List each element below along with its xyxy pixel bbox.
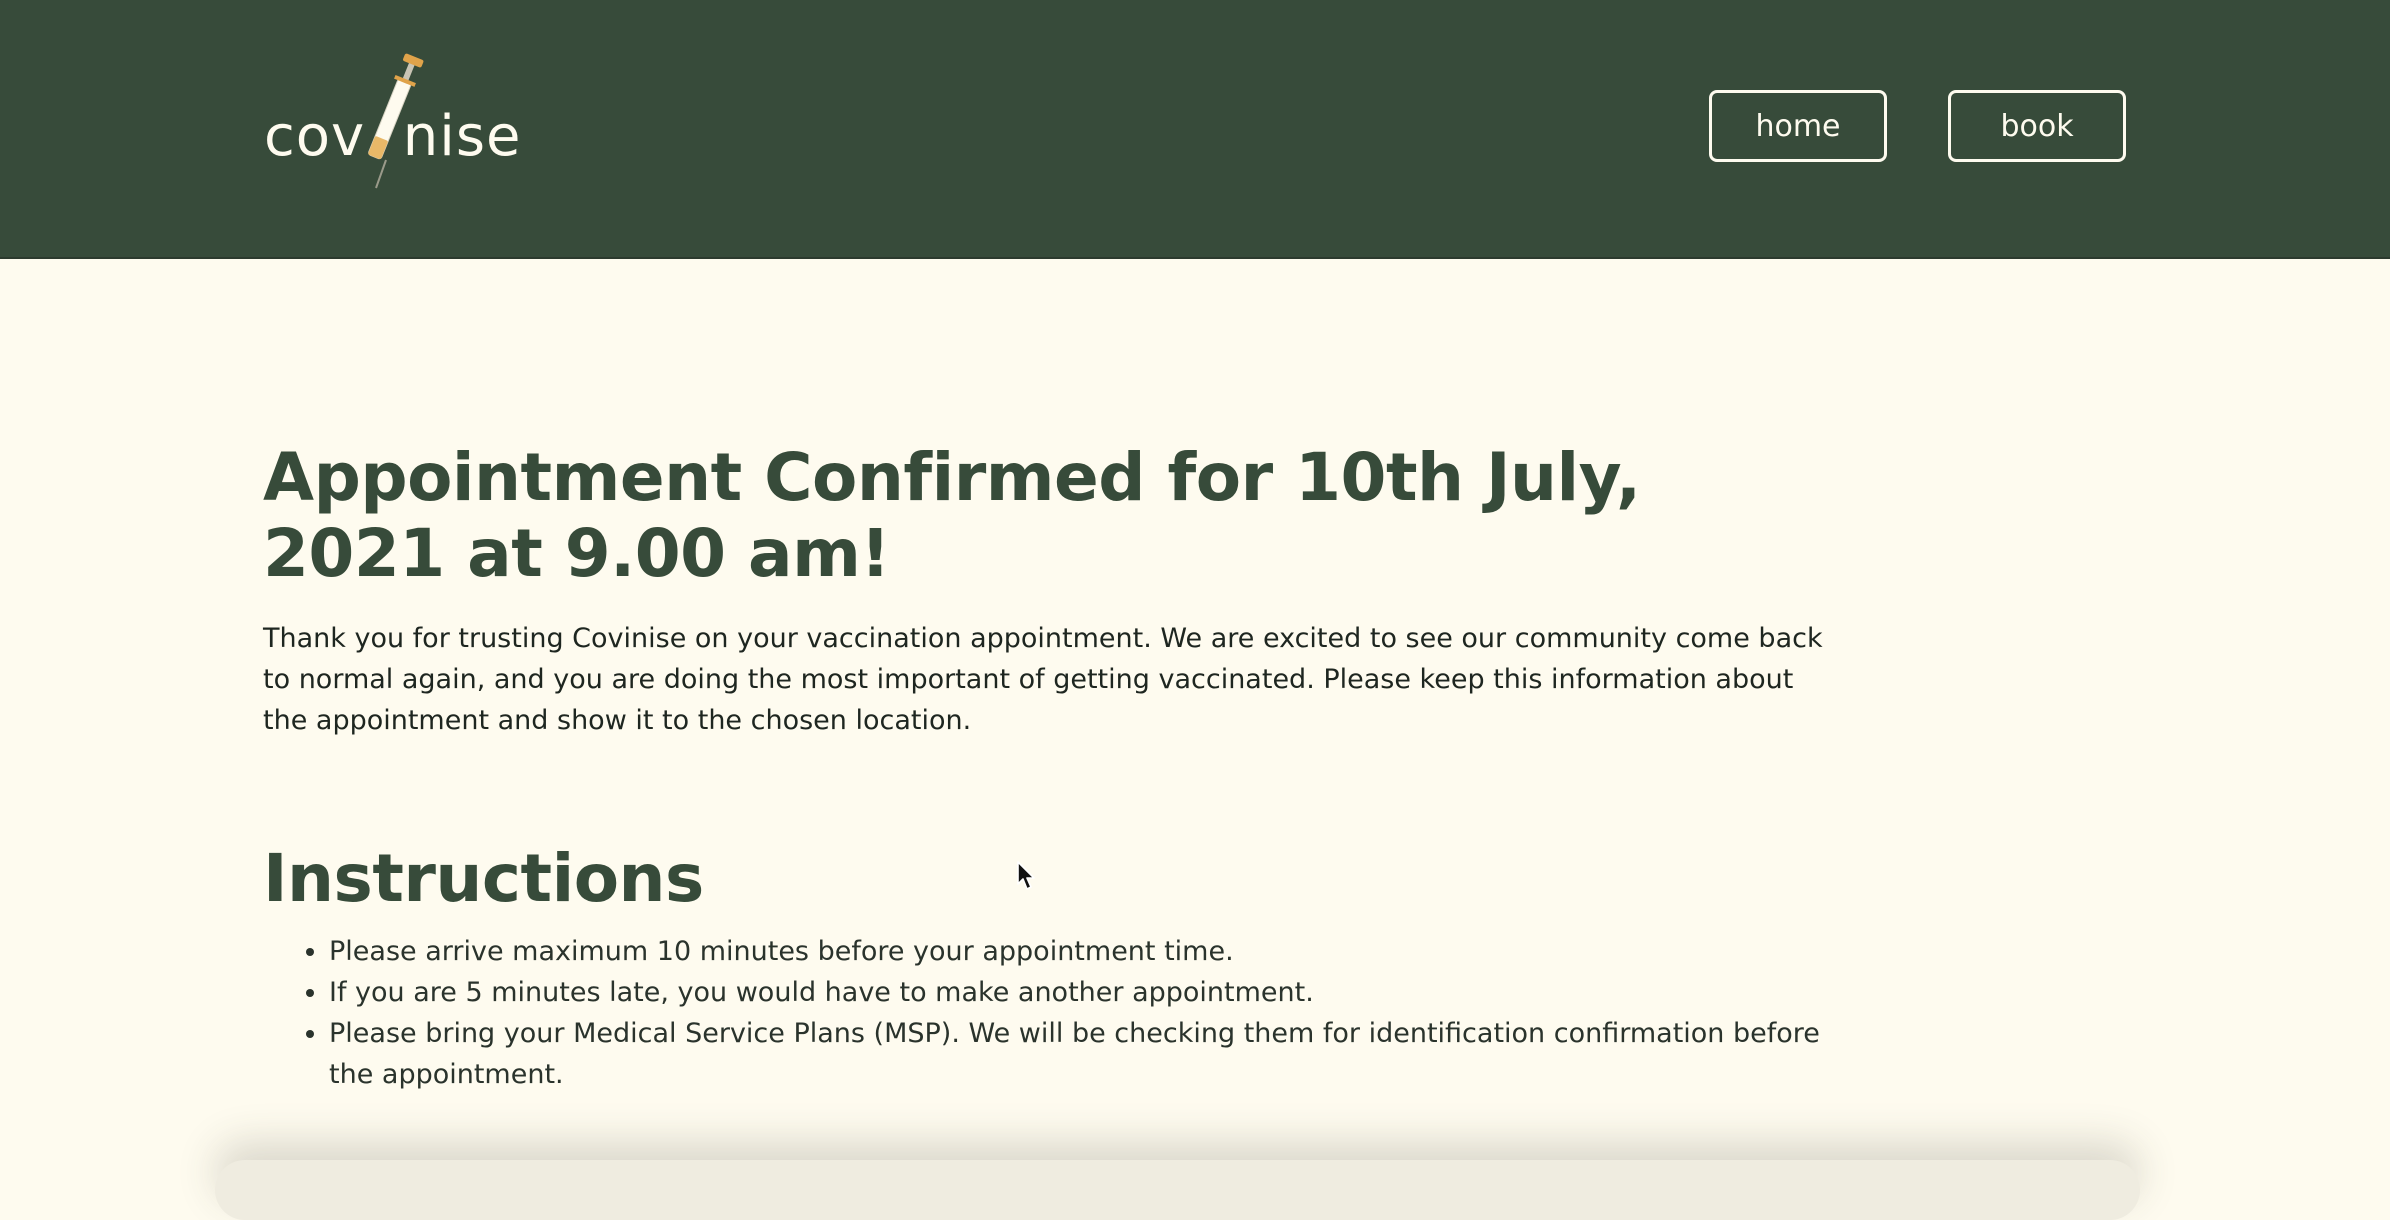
- covinise-logo[interactable]: cov nise: [262, 48, 520, 198]
- list-item: Please bring your Medical Service Plans …: [329, 1013, 1839, 1095]
- syringe-icon: [368, 53, 424, 189]
- mouse-cursor-icon: [1017, 861, 1035, 890]
- intro-paragraph: Thank you for trusting Covinise on your …: [263, 623, 1823, 736]
- list-item: If you are 5 minutes late, you would hav…: [329, 972, 1839, 1013]
- details-card-top: [215, 1160, 2140, 1220]
- list-item: Please arrive maximum 10 minutes before …: [329, 931, 1839, 972]
- instructions-list: Please arrive maximum 10 minutes before …: [263, 931, 1839, 1095]
- page-title: Appointment Confirmed for 10th July, 202…: [263, 439, 1641, 592]
- instructions-heading: Instructions: [263, 840, 704, 917]
- home-nav-button[interactable]: home: [1709, 90, 1887, 162]
- site-header: cov nise home book: [0, 0, 2390, 259]
- confirmation-content: Appointment Confirmed for 10th July, 202…: [263, 440, 1843, 1095]
- book-nav-button[interactable]: book: [1948, 90, 2126, 162]
